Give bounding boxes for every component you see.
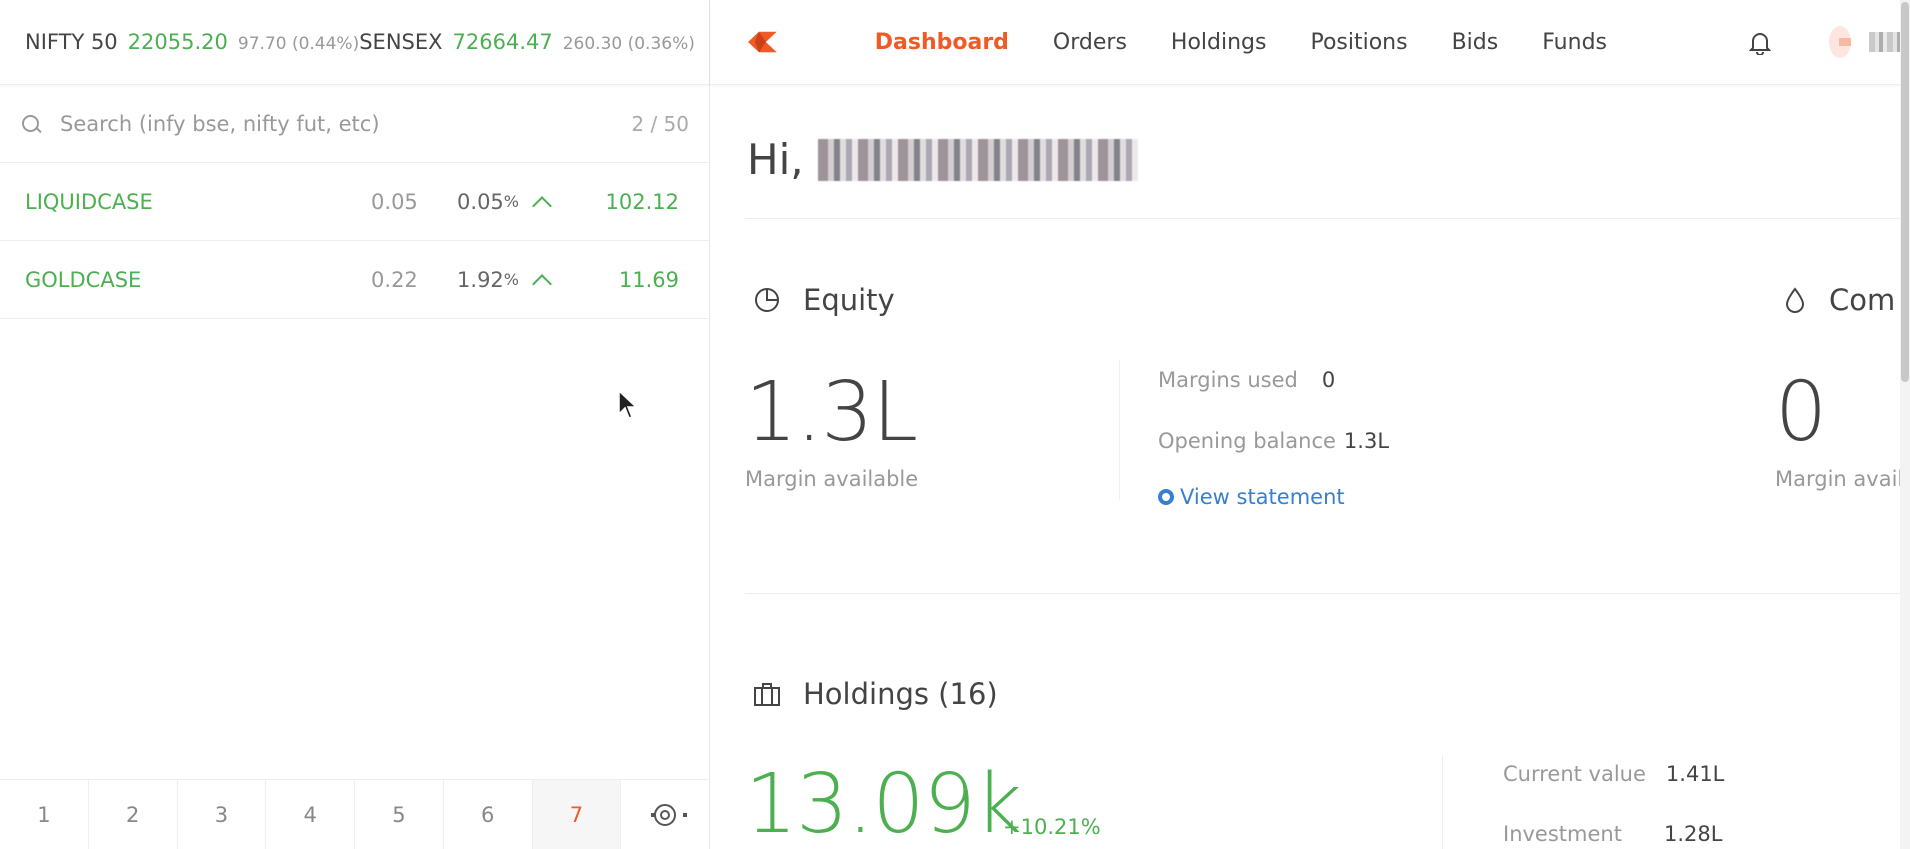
instrument-change: 0.05 [371,189,418,214]
instrument-symbol: GOLDCASE [25,267,142,292]
index-change: 97.70 (0.44%) [237,34,360,54]
watchlist-page-6[interactable]: 6 [444,780,533,849]
search-icon [20,113,42,135]
view-statement-label: View statement [1180,485,1345,509]
instrument-symbol: LIQUIDCASE [25,189,153,214]
holdings-pnl-pct: +10.21% [1003,815,1101,839]
divider [745,218,1910,219]
search-bar: 2 / 50 [0,85,709,163]
watchlist-row[interactable]: GOLDCASE 0.22 1.92 % 11.69 [0,241,709,319]
nav-funds[interactable]: Funds [1542,30,1607,55]
equity-title: Equity [803,283,895,317]
margins-used: Margins used 0 [1158,368,1335,392]
avatar[interactable] [1829,26,1851,58]
index-change: 260.30 (0.36%) [562,34,695,54]
index-name: SENSEX [359,30,443,54]
main-nav: Dashboard Orders Holdings Positions Bids… [875,30,1651,55]
index-value: 72664.47 [452,30,553,54]
commodity-title: Com [1829,283,1896,317]
equity-margin-available-value: 1.3L [745,365,918,460]
index-nifty[interactable]: NIFTY 50 22055.20 97.70 (0.44%) [25,30,359,54]
commodity-margin-value: 0 [1775,365,1827,460]
investment-amount: 1.28L [1663,822,1723,846]
holdings-pnl-value: 13.09k [745,757,1022,849]
nav-positions[interactable]: Positions [1310,30,1407,55]
nav-orders[interactable]: Orders [1053,30,1127,55]
bell-icon[interactable] [1749,31,1771,55]
instrument-change-pct: 0.05 [457,189,504,214]
watchlist-page-7[interactable]: 7 [532,780,622,849]
nav-dashboard[interactable]: Dashboard [875,30,1009,55]
index-sensex[interactable]: SENSEX 72664.47 260.30 (0.36%) [359,30,695,54]
holdings-heading: Holdings (16) [753,677,998,711]
opening-balance: Opening balance 1.3L [1158,429,1389,453]
briefcase-icon [754,683,780,706]
caret-up-icon [532,195,552,216]
kite-logo-icon[interactable] [748,27,777,57]
nav-holdings[interactable]: Holdings [1171,30,1267,55]
percent-sign: % [503,192,519,211]
greeting-prefix: Hi, [747,135,804,184]
user-name-redacted [817,138,1138,181]
watchlist-page-2[interactable]: 2 [89,780,178,849]
watchlist-count: 2 / 50 [631,111,689,136]
view-statement-link[interactable]: View statement [1158,485,1345,509]
dashboard-content: Hi, Equity 1.3L Margin available Margins… [745,85,1910,849]
page-scrollbar[interactable] [1900,0,1910,849]
pie-chart-icon [755,288,779,312]
margins-used-value: 0 [1321,368,1336,392]
holdings-title: Holdings (16) [803,677,998,711]
margins-used-label: Margins used [1158,368,1298,392]
divider [1442,755,1443,849]
watchlist-page-4[interactable]: 4 [266,780,355,849]
equity-margin-available-label: Margin available [745,467,919,491]
index-value: 22055.20 [127,30,228,54]
index-name: NIFTY 50 [25,30,118,54]
watchlist-pages: 1 2 3 4 5 6 7 [0,779,709,849]
commodity-heading: Com [1783,283,1895,317]
investment: Investment 1.28L [1503,822,1722,846]
instrument-ltp: 11.69 [618,267,679,292]
opening-balance-label: Opening balance [1158,429,1336,453]
drop-icon [1785,287,1805,313]
divider [1119,360,1120,500]
divider [745,593,1910,594]
gear-icon [651,803,688,826]
watchlist-row[interactable]: LIQUIDCASE 0.05 0.05 % 102.12 [0,163,709,241]
current-value: Current value 1.41L [1503,762,1724,786]
current-value-label: Current value [1503,762,1646,786]
watchlist-page-5[interactable]: 5 [355,780,444,849]
marketwatch-panel: NIFTY 50 22055.20 97.70 (0.44%) SENSEX 7… [0,0,710,849]
search-input[interactable] [60,111,632,136]
instrument-change: 0.22 [371,267,418,292]
watchlist-page-1[interactable]: 1 [0,780,89,849]
commodity-margin-label: Margin avail [1775,467,1904,491]
indices-bar: NIFTY 50 22055.20 97.70 (0.44%) SENSEX 7… [0,0,709,85]
investment-label: Investment [1503,822,1622,846]
opening-balance-value: 1.3L [1343,429,1390,453]
nav-bids[interactable]: Bids [1452,30,1499,55]
caret-up-icon [532,273,552,294]
watchlist-page-3[interactable]: 3 [178,780,267,849]
statement-icon [1158,489,1174,505]
instrument-ltp: 102.12 [605,189,679,214]
current-value-amount: 1.41L [1665,762,1725,786]
equity-heading: Equity [753,283,895,317]
top-nav: Dashboard Orders Holdings Positions Bids… [710,0,1910,85]
scrollbar-thumb[interactable] [1901,2,1909,382]
greeting: Hi, [747,135,1138,184]
watchlist-settings-button[interactable] [621,780,709,849]
instrument-change-pct: 1.92 [457,267,504,292]
percent-sign: % [503,270,519,289]
